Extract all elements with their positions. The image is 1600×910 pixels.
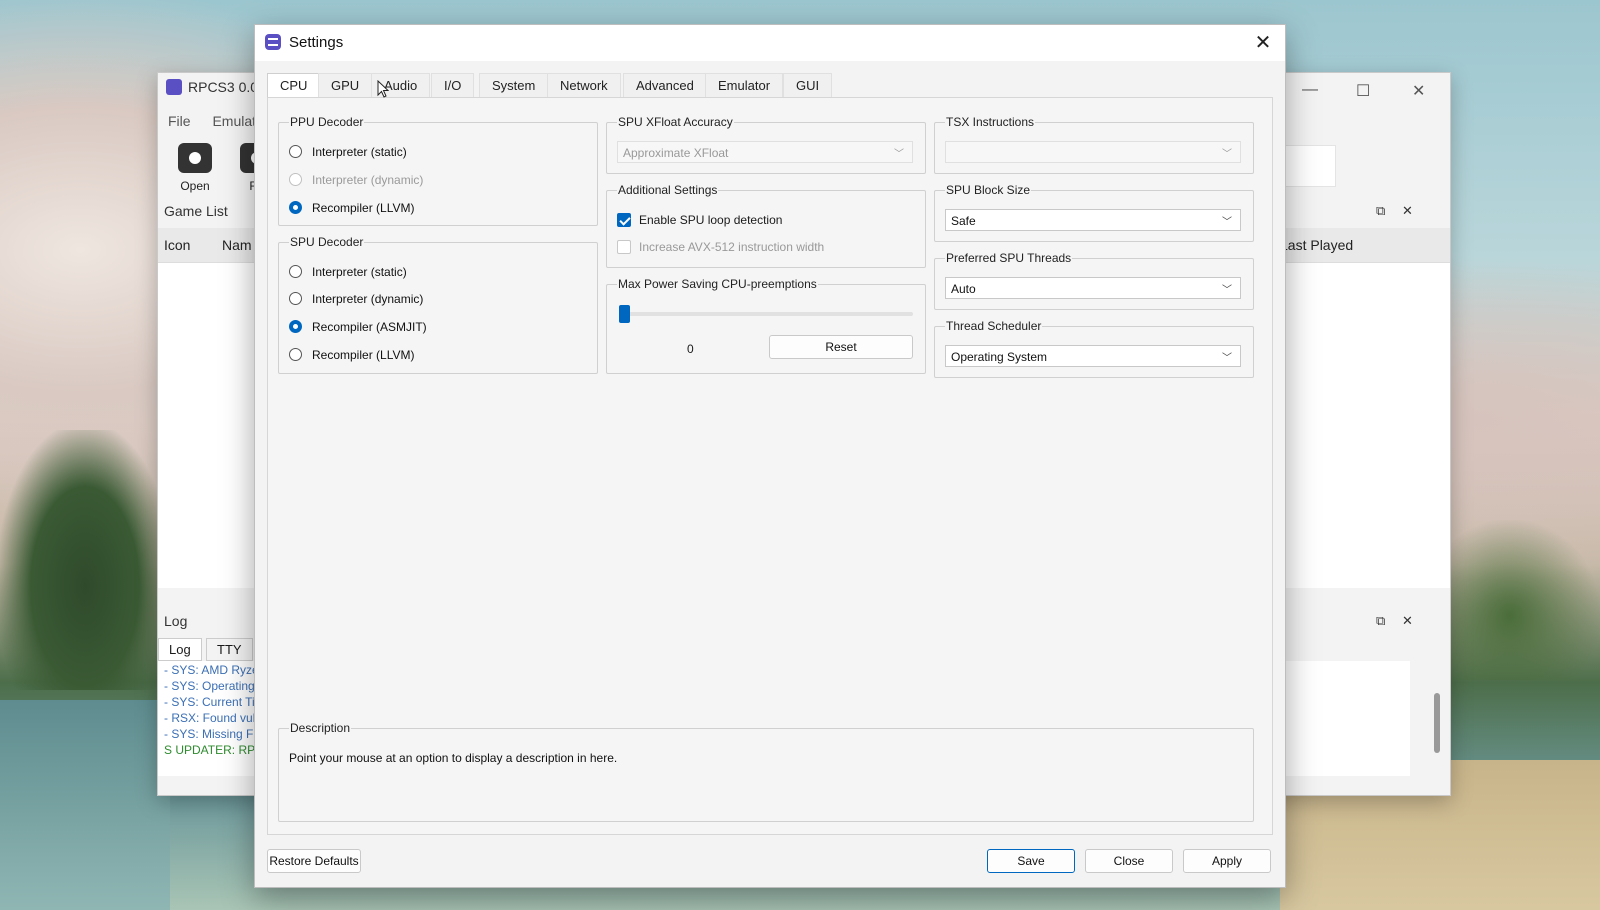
spu-xfloat-group: SPU XFloat Accuracy Approximate XFloat ﹀ bbox=[606, 115, 926, 174]
main-window-controls: — ☐ ✕ bbox=[1280, 73, 1450, 109]
log-line: - SYS: Operating bbox=[164, 679, 255, 693]
preferred-spu-threads-group: Preferred SPU Threads Auto ﹀ bbox=[934, 251, 1254, 310]
rpcs3-logo-icon bbox=[265, 34, 281, 50]
checkbox-checked-icon bbox=[617, 213, 631, 227]
chevron-down-icon: ﹀ bbox=[1222, 353, 1232, 364]
group-title: SPU XFloat Accuracy bbox=[617, 115, 734, 129]
dialog-close-icon[interactable]: ✕ bbox=[1251, 31, 1275, 55]
tsx-select[interactable]: ﹀ bbox=[945, 141, 1241, 163]
cpu-preemptions-group: Max Power Saving CPU-preemptions 0 Reset bbox=[606, 277, 926, 374]
checkbox-icon bbox=[617, 240, 631, 254]
log-tab-log[interactable]: Log bbox=[158, 638, 202, 661]
chevron-down-icon: ﹀ bbox=[1222, 217, 1232, 228]
description-text: Point your mouse at an option to display… bbox=[289, 751, 618, 765]
reset-button[interactable]: Reset bbox=[769, 335, 913, 359]
chevron-down-icon: ﹀ bbox=[1222, 149, 1232, 160]
radio-icon bbox=[289, 348, 302, 361]
apply-button[interactable]: Apply bbox=[1183, 849, 1271, 873]
main-window-title: RPCS3 0.0 bbox=[166, 79, 258, 95]
log-line: S UPDATER: RPC bbox=[164, 743, 264, 757]
tab-io[interactable]: I/O bbox=[431, 73, 475, 97]
log-scrollbar[interactable] bbox=[1434, 693, 1440, 753]
dialog-title-bar: Settings ✕ bbox=[255, 25, 1285, 61]
cpu-tab-page: PPU Decoder Interpreter (static) Interpr… bbox=[267, 97, 1273, 835]
save-button[interactable]: Save bbox=[987, 849, 1075, 873]
radio-icon bbox=[289, 173, 302, 186]
close-icon[interactable]: ✕ bbox=[1412, 81, 1425, 101]
menu-emulation[interactable]: Emulati bbox=[212, 113, 259, 129]
tab-gui[interactable]: GUI bbox=[783, 73, 833, 97]
log-label: Log bbox=[164, 613, 188, 629]
group-title: Additional Settings bbox=[617, 183, 719, 197]
tab-network[interactable]: Network bbox=[547, 73, 621, 97]
log-line: - RSX: Found vul bbox=[164, 711, 256, 725]
radio-icon bbox=[289, 292, 302, 305]
description-group: Description Point your mouse at an optio… bbox=[278, 721, 1254, 822]
log-line: - SYS: Missing Fi bbox=[164, 727, 257, 741]
group-title: Preferred SPU Threads bbox=[945, 251, 1073, 265]
spu-xfloat-select[interactable]: Approximate XFloat ﹀ bbox=[617, 141, 913, 163]
tab-cpu[interactable]: CPU bbox=[267, 73, 321, 98]
preemptions-slider-track[interactable] bbox=[619, 312, 913, 316]
preemptions-slider-handle[interactable] bbox=[619, 305, 630, 323]
camera-icon bbox=[178, 143, 212, 173]
column-icon[interactable]: Icon bbox=[164, 237, 190, 253]
minimize-icon[interactable]: — bbox=[1302, 81, 1318, 99]
game-list-label: Game List bbox=[164, 203, 228, 219]
mouse-pointer-icon bbox=[377, 80, 389, 98]
background-water bbox=[0, 700, 170, 910]
group-title: Max Power Saving CPU-preemptions bbox=[617, 277, 818, 291]
log-tab-tty[interactable]: TTY bbox=[206, 638, 253, 661]
radio-icon bbox=[289, 145, 302, 158]
group-title: Thread Scheduler bbox=[945, 319, 1043, 333]
open-button[interactable]: Open bbox=[170, 143, 220, 193]
group-title: Description bbox=[289, 721, 352, 735]
group-title: SPU Decoder bbox=[289, 235, 365, 249]
tab-system[interactable]: System bbox=[479, 73, 549, 97]
log-line: - SYS: Current Ti bbox=[164, 695, 255, 709]
column-name[interactable]: Nam bbox=[222, 237, 252, 253]
close-button[interactable]: Close bbox=[1085, 849, 1173, 873]
radio-checked-icon bbox=[289, 320, 302, 333]
radio-icon bbox=[289, 265, 302, 278]
background-trees bbox=[0, 430, 170, 690]
group-title: PPU Decoder bbox=[289, 115, 365, 129]
rpcs3-logo-icon bbox=[166, 79, 182, 95]
thread-scheduler-group: Thread Scheduler Operating System ﹀ bbox=[934, 319, 1254, 378]
group-title: SPU Block Size bbox=[945, 183, 1032, 197]
radio-checked-icon bbox=[289, 201, 302, 214]
spu-decoder-group: SPU Decoder Interpreter (static) Interpr… bbox=[278, 235, 598, 374]
group-title: TSX Instructions bbox=[945, 115, 1036, 129]
column-last-played[interactable]: Last Played bbox=[1280, 237, 1353, 253]
tab-gpu[interactable]: GPU bbox=[318, 73, 373, 97]
chevron-down-icon: ﹀ bbox=[894, 149, 904, 160]
preferred-spu-threads-select[interactable]: Auto ﹀ bbox=[945, 277, 1241, 299]
dock-float-icon[interactable]: ⧉ bbox=[1376, 203, 1385, 219]
restore-defaults-button[interactable]: Restore Defaults bbox=[267, 849, 361, 873]
log-line: - SYS: AMD Ryze bbox=[164, 663, 259, 677]
maximize-icon[interactable]: ☐ bbox=[1356, 81, 1370, 101]
tsx-group: TSX Instructions ﹀ bbox=[934, 115, 1254, 174]
chevron-down-icon: ﹀ bbox=[1222, 285, 1232, 296]
additional-settings-group: Additional Settings Enable SPU loop dete… bbox=[606, 183, 926, 268]
spu-block-size-group: SPU Block Size Safe ﹀ bbox=[934, 183, 1254, 242]
log-dock-float-icon[interactable]: ⧉ bbox=[1376, 613, 1385, 629]
tab-advanced[interactable]: Advanced bbox=[623, 73, 707, 97]
preemptions-value: 0 bbox=[687, 342, 694, 356]
dock-close-icon[interactable]: ✕ bbox=[1402, 203, 1413, 219]
log-dock-close-icon[interactable]: ✕ bbox=[1402, 613, 1413, 629]
menu-file[interactable]: File bbox=[168, 113, 191, 129]
settings-dialog: Settings ✕ CPU GPU Audio I/O System Netw… bbox=[254, 24, 1286, 888]
spu-block-size-select[interactable]: Safe ﹀ bbox=[945, 209, 1241, 231]
tab-emulator[interactable]: Emulator bbox=[705, 73, 784, 97]
dialog-title: Settings bbox=[289, 34, 344, 51]
thread-scheduler-select[interactable]: Operating System ﹀ bbox=[945, 345, 1241, 367]
ppu-decoder-group: PPU Decoder Interpreter (static) Interpr… bbox=[278, 115, 598, 226]
